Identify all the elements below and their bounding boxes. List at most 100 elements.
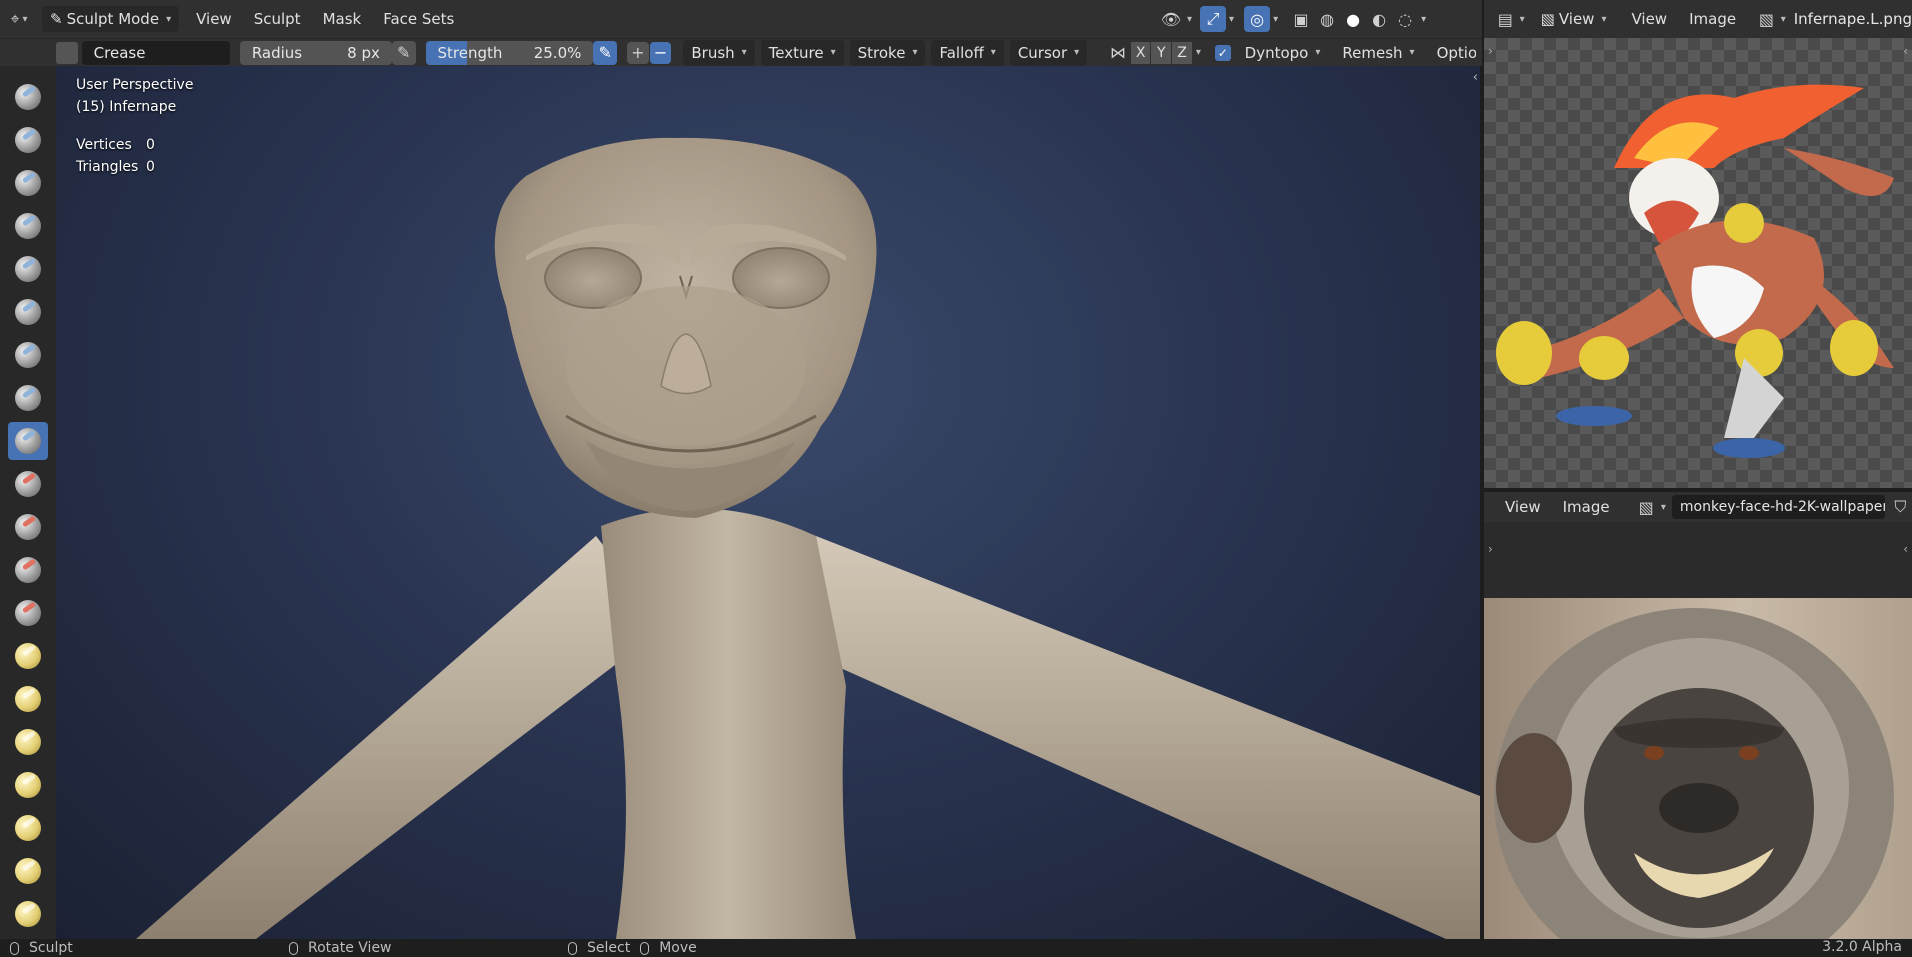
brush-dropdown[interactable]: Brush ▾	[683, 39, 755, 66]
solid-shading-icon[interactable]: ●	[1340, 6, 1366, 32]
stat-label: Triangles	[76, 159, 139, 175]
menu-view[interactable]: View	[1620, 5, 1678, 33]
radius-field[interactable]: Radius 8 px	[239, 40, 392, 65]
stroke-dropdown-label: Stroke	[857, 43, 906, 62]
right-arm	[816, 536, 1480, 939]
sidebar-toggle-icon[interactable]: ‹	[1903, 44, 1908, 58]
chevron-down-icon: ▾	[1660, 501, 1666, 513]
wireframe-shading-icon[interactable]: ◍	[1314, 6, 1340, 32]
chevron-down-icon: ▾	[830, 47, 836, 58]
browse-image-icon[interactable]: ▧	[1755, 6, 1778, 32]
symmetry-y-toggle[interactable]: Y	[1151, 41, 1172, 64]
menu-face-sets[interactable]: Face Sets	[372, 5, 465, 33]
menu-image[interactable]: Image	[1678, 5, 1747, 33]
subtract-direction-icon[interactable]: −	[649, 41, 672, 64]
options-dropdown[interactable]: Options	[1429, 40, 1476, 66]
tool-pinch[interactable]	[8, 680, 48, 718]
image-filename[interactable]: Infernape.L.png	[1794, 10, 1912, 28]
tool-smooth[interactable]	[8, 465, 48, 503]
stroke-dropdown[interactable]: Stroke ▾	[849, 39, 926, 66]
menu-mask[interactable]: Mask	[312, 5, 373, 33]
tool-clay-thumb[interactable]	[8, 250, 48, 288]
add-direction-icon[interactable]: +	[627, 41, 649, 64]
tool-mask[interactable]	[8, 895, 48, 933]
brush-name-field[interactable]: Crease	[81, 40, 230, 65]
brush-dropdown-label: Brush	[691, 43, 735, 62]
mask-brush-icon	[15, 901, 41, 927]
fake-user-shield-icon[interactable]: ⛉	[1889, 494, 1912, 520]
menu-view[interactable]: View	[1494, 493, 1552, 521]
tool-grab[interactable]	[8, 723, 48, 761]
cursor-dropdown[interactable]: Cursor ▾	[1009, 39, 1088, 66]
brush-thumbnail[interactable]	[56, 41, 78, 64]
gizmo-icon[interactable]: ⤢	[1200, 6, 1227, 32]
tool-scrape[interactable]	[8, 594, 48, 632]
menu-image[interactable]: Image	[1552, 493, 1621, 521]
view-mode-dropdown[interactable]: ▧ View ▾	[1533, 6, 1615, 32]
editor-type-icon[interactable]: ⌖ ▾	[6, 6, 32, 32]
snake-hook-brush-icon	[15, 815, 41, 841]
tool-clay[interactable]	[8, 164, 48, 202]
tool-elastic-deform[interactable]	[8, 766, 48, 804]
dyntopo-dropdown[interactable]: Dyntopo ▾	[1237, 40, 1329, 66]
dyntopo-checkbox[interactable]: ✓	[1214, 44, 1231, 61]
clay-brush-icon	[15, 170, 41, 196]
toolbar-toggle-icon[interactable]: ›	[1488, 542, 1493, 556]
tool-multiplane-scrape[interactable]	[8, 637, 48, 675]
symmetry-z-toggle[interactable]: Z	[1172, 41, 1192, 64]
inflate-brush-icon	[15, 342, 41, 368]
remesh-dropdown[interactable]: Remesh ▾	[1334, 40, 1422, 66]
draw-brush-icon	[15, 84, 41, 110]
tool-crease[interactable]	[8, 422, 48, 460]
stat-value: 0	[146, 159, 155, 175]
symmetry-x-toggle[interactable]: X	[1130, 41, 1151, 64]
tool-clay-strips[interactable]	[8, 207, 48, 245]
material-shading-icon[interactable]: ◐	[1366, 6, 1392, 32]
texture-dropdown[interactable]: Texture ▾	[760, 39, 844, 66]
left-foot	[1556, 406, 1632, 426]
infernape-illustration	[1496, 84, 1894, 458]
visibility-icon[interactable]: 👁	[1158, 6, 1184, 32]
tool-fill[interactable]	[8, 551, 48, 589]
options-label: Options	[1436, 43, 1476, 62]
tool-settings-bar: Crease Radius 8 px ✎ Strength 25.0% ✎ + …	[0, 38, 1482, 66]
3d-viewport[interactable]: User Perspective (15) Infernape Vertices…	[56, 66, 1480, 939]
image-editor-top-header: ▤ ▾ ▧ View ▾ View Image ▧ ▾ Infernape.L.…	[1484, 0, 1912, 38]
fill-brush-icon	[15, 557, 41, 583]
rendered-shading-icon[interactable]: ◌	[1392, 6, 1418, 32]
sidebar-toggle-icon[interactable]: ‹	[1903, 542, 1908, 556]
image-icon: ▧	[1540, 10, 1555, 28]
tool-thumb[interactable]	[8, 852, 48, 890]
mouse-middle-icon	[289, 941, 298, 955]
image-editor-type-icon[interactable]: ▤	[1494, 6, 1517, 32]
version-label: 3.2.0 Alpha	[1822, 939, 1902, 955]
sidebar-toggle-icon[interactable]: ‹	[1473, 70, 1478, 85]
menu-sculpt[interactable]: Sculpt	[243, 5, 312, 33]
mode-dropdown[interactable]: ✎ Sculpt Mode ▾	[42, 6, 180, 32]
falloff-dropdown[interactable]: Falloff ▾	[931, 39, 1004, 66]
chevron-down-icon: ▾	[1273, 13, 1279, 25]
tool-blob[interactable]	[8, 379, 48, 417]
image-filename-field[interactable]: monkey-face-hd-2K-wallpaper.jpg	[1671, 495, 1885, 519]
tool-layer[interactable]	[8, 293, 48, 331]
mesh-stats: Vertices 0 Triangles 0	[76, 134, 155, 178]
pressure-radius-icon[interactable]: ✎	[391, 40, 416, 65]
chevron-down-icon[interactable]: ▾	[1196, 47, 1201, 58]
tool-draw[interactable]	[8, 78, 48, 116]
menu-view[interactable]: View	[185, 5, 243, 33]
chevron-down-icon: ▾	[990, 47, 996, 58]
browse-image-icon[interactable]: ▧	[1635, 494, 1658, 520]
tool-flatten[interactable]	[8, 508, 48, 546]
chevron-down-icon: ▾	[1229, 13, 1235, 25]
pressure-strength-icon[interactable]: ✎	[593, 40, 618, 65]
tool-inflate[interactable]	[8, 336, 48, 374]
strength-field[interactable]: Strength 25.0%	[425, 40, 594, 65]
brush-mode-icon: ✎	[50, 10, 63, 28]
toolbar-toggle-icon[interactable]: ›	[1488, 44, 1493, 58]
tool-snake-hook[interactable]	[8, 809, 48, 847]
image-editor-top: ▤ ▾ ▧ View ▾ View Image ▧ ▾ Infernape.L.…	[1484, 0, 1912, 488]
tool-draw-sharp[interactable]	[8, 121, 48, 159]
xray-icon[interactable]: ▣	[1288, 6, 1314, 32]
overlays-icon[interactable]: ◎	[1244, 6, 1271, 32]
clay-thumb-brush-icon	[15, 256, 41, 282]
